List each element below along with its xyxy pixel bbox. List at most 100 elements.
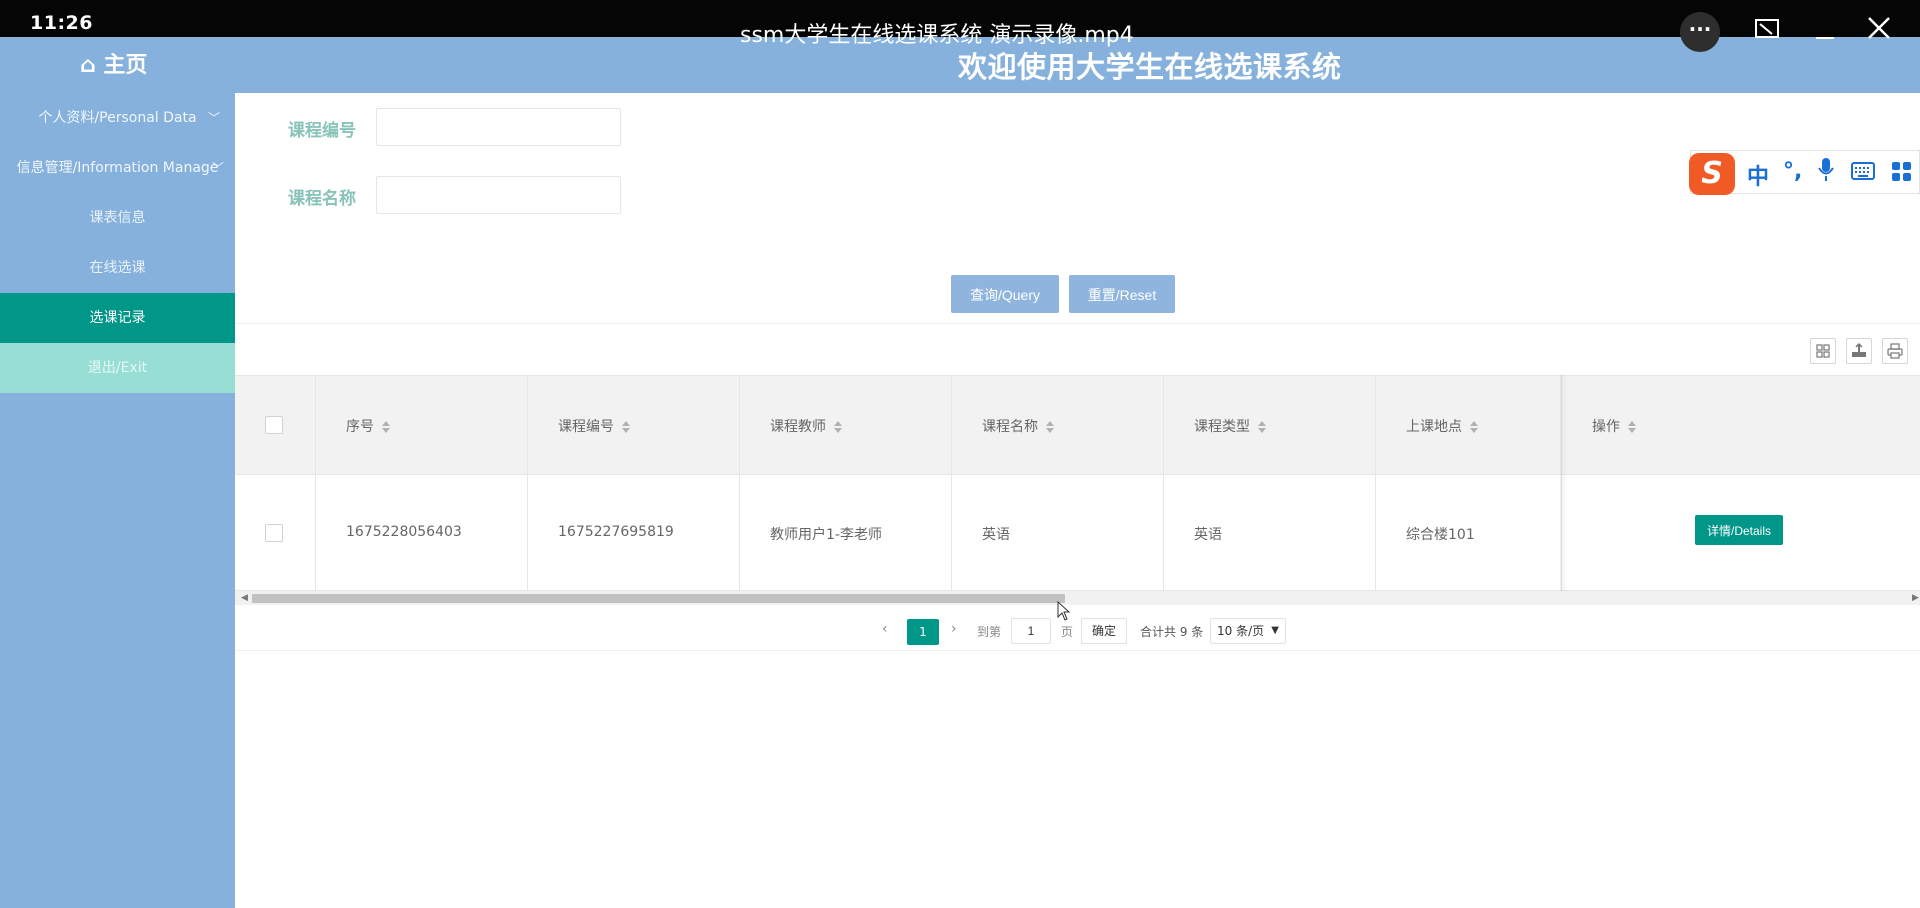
- cell-course-name: 英语: [952, 475, 1164, 590]
- column-header-course-name[interactable]: 课程名称: [952, 376, 1164, 474]
- column-label: 操作: [1592, 419, 1620, 435]
- chevron-down-icon: ▼: [1271, 625, 1279, 636]
- reset-button[interactable]: 重置/Reset: [1069, 275, 1175, 313]
- picture-in-picture-icon[interactable]: [1752, 14, 1782, 44]
- cell-location: 综合楼101: [1376, 475, 1562, 590]
- sidebar-item-label: 个人资料/Personal Data: [38, 110, 197, 126]
- main-content: 课程编号 课程名称 查询/Query 重置/Reset 序号 课程编号 课程教师…: [235, 93, 1920, 908]
- next-page-icon[interactable]: ›: [951, 621, 957, 637]
- course-no-label: 课程编号: [288, 121, 356, 141]
- home-link[interactable]: ⌂ 主页: [80, 47, 147, 79]
- player-title: ssm大学生在线选课系统 演示录像.mp4: [740, 23, 1134, 48]
- cell-id: 1675228056403: [316, 475, 528, 590]
- cell-teacher-text: 教师用户1-李老师: [770, 527, 882, 543]
- scroll-left-arrow-icon[interactable]: ◀: [241, 591, 248, 605]
- column-header-actions[interactable]: 操作: [1562, 376, 1920, 474]
- scroll-right-arrow-icon[interactable]: ▶: [1912, 591, 1919, 605]
- minimize-icon[interactable]: [1810, 14, 1840, 44]
- total-count-label: 合计共 9 条: [1140, 625, 1204, 639]
- column-filter-icon[interactable]: [1810, 338, 1836, 364]
- player-time: 11:26: [30, 12, 93, 34]
- sidebar-item-timetable[interactable]: 课表信息: [0, 193, 235, 243]
- sort-icon[interactable]: [382, 421, 390, 433]
- fixed-column-shadow: [1560, 375, 1568, 591]
- export-icon[interactable]: [1846, 338, 1872, 364]
- chevron-down-icon: ﹀: [212, 161, 225, 175]
- table-toolbar: [235, 323, 1920, 375]
- cell-id-text: 1675228056403: [346, 524, 462, 540]
- select-all-cell: [235, 376, 316, 474]
- sidebar-item-label: 退出/Exit: [87, 360, 148, 376]
- column-label: 上课地点: [1406, 419, 1462, 435]
- apps-grid-icon[interactable]: [1891, 161, 1913, 189]
- current-page[interactable]: 1: [907, 619, 939, 645]
- select-all-checkbox[interactable]: [265, 416, 283, 434]
- column-label: 课程教师: [770, 419, 826, 435]
- column-header-teacher[interactable]: 课程教师: [740, 376, 952, 474]
- keyboard-icon[interactable]: [1851, 161, 1875, 187]
- sidebar-item-selection-records[interactable]: 选课记录: [0, 293, 235, 343]
- table-row: 1675228056403 1675227695819 教师用户1-李老师 英语…: [235, 475, 1920, 591]
- sort-icon[interactable]: [834, 421, 842, 433]
- sidebar-item-online-selection[interactable]: 在线选课: [0, 243, 235, 293]
- video-player-bar: 11:26 ssm大学生在线选课系统 演示录像.mp4 ···: [0, 0, 1920, 52]
- cell-teacher: 教师用户1-李老师: [740, 475, 952, 590]
- course-name-input[interactable]: [376, 176, 621, 214]
- course-name-label: 课程名称: [288, 189, 356, 209]
- row-checkbox[interactable]: [265, 524, 283, 542]
- sort-icon[interactable]: [1470, 421, 1478, 433]
- sidebar-item-label: 在线选课: [89, 260, 146, 276]
- column-header-course-type[interactable]: 课程类型: [1164, 376, 1376, 474]
- print-icon[interactable]: [1882, 338, 1908, 364]
- ime-punctuation-mode[interactable]: °,: [1783, 159, 1802, 184]
- sidebar-item-personal-data[interactable]: 个人资料/Personal Data ﹀: [0, 93, 235, 143]
- page-unit-label: 页: [1061, 625, 1074, 639]
- column-label: 课程名称: [982, 419, 1038, 435]
- page-size-select[interactable]: 10 条/页 ▼: [1210, 618, 1286, 644]
- column-header-location[interactable]: 上课地点: [1376, 376, 1562, 474]
- prev-page-icon[interactable]: ‹: [882, 621, 888, 637]
- more-options-icon[interactable]: ···: [1680, 12, 1720, 52]
- cell-course-no-text: 1675227695819: [558, 524, 674, 540]
- scrollbar-thumb[interactable]: [252, 594, 1065, 603]
- column-header-course-no[interactable]: 课程编号: [528, 376, 740, 474]
- sort-icon[interactable]: [1046, 421, 1054, 433]
- sidebar-item-label: 选课记录: [89, 310, 146, 326]
- sidebar-item-information-manage[interactable]: 信息管理/Information Manage ﹀: [0, 143, 235, 193]
- cell-course-type: 英语: [1164, 475, 1376, 590]
- row-select-cell: [235, 475, 316, 590]
- horizontal-scrollbar[interactable]: ◀ ▶: [235, 591, 1920, 605]
- sidebar-item-label: 课表信息: [89, 210, 146, 226]
- cell-course-no: 1675227695819: [528, 475, 740, 590]
- column-label: 序号: [346, 419, 374, 435]
- sogou-logo-icon[interactable]: S: [1689, 153, 1735, 195]
- goto-confirm-button[interactable]: 确定: [1081, 618, 1127, 644]
- pagination: ‹ 1 › 到第 页 确定 合计共 9 条 10 条/页 ▼: [235, 611, 1920, 651]
- chevron-down-icon: ﹀: [208, 111, 221, 125]
- sidebar: 个人资料/Personal Data ﹀ 信息管理/Information Ma…: [0, 93, 235, 908]
- column-label: 课程类型: [1194, 419, 1250, 435]
- cell-course-type-text: 英语: [1194, 527, 1222, 543]
- sort-icon[interactable]: [1258, 421, 1266, 433]
- column-label: 课程编号: [558, 419, 614, 435]
- microphone-icon[interactable]: [1817, 157, 1835, 189]
- cell-course-name-text: 英语: [982, 527, 1010, 543]
- goto-label: 到第: [977, 625, 1002, 639]
- mouse-cursor-icon: [1057, 600, 1071, 625]
- ime-chinese-mode[interactable]: 中: [1747, 159, 1769, 191]
- column-header-id[interactable]: 序号: [316, 376, 528, 474]
- sidebar-item-label: 信息管理/Information Manage: [16, 160, 219, 176]
- sort-icon[interactable]: [1628, 421, 1636, 433]
- query-button[interactable]: 查询/Query: [951, 275, 1059, 313]
- table-header-row: 序号 课程编号 课程教师 课程名称 课程类型 上课地点 操作: [235, 375, 1920, 475]
- course-no-input[interactable]: [376, 108, 621, 146]
- cell-location-text: 综合楼101: [1406, 527, 1475, 543]
- sidebar-item-exit[interactable]: 退出/Exit: [0, 343, 235, 393]
- page-title: 欢迎使用大学生在线选课系统: [958, 50, 1342, 84]
- ime-toolbar: S 中 °,: [1689, 150, 1920, 195]
- sort-icon[interactable]: [622, 421, 630, 433]
- goto-page-input[interactable]: [1011, 618, 1051, 644]
- close-icon[interactable]: [1864, 14, 1894, 44]
- details-button[interactable]: 详情/Details: [1695, 515, 1783, 545]
- page-size-value: 10 条/页: [1217, 624, 1265, 638]
